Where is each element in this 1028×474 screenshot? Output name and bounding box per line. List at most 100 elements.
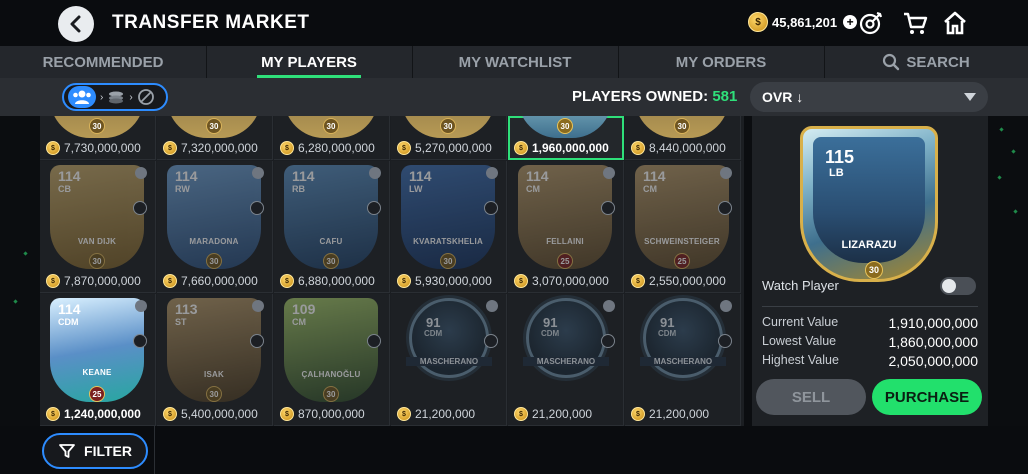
decor-dot xyxy=(23,251,28,256)
players-view-button[interactable] xyxy=(68,86,96,108)
card-ovr: 114 xyxy=(409,168,432,184)
card-position: RB xyxy=(292,184,305,194)
card-position: CDM xyxy=(424,329,443,338)
player-cell[interactable]: 113 ST ISAK 30 $5,400,000,000 xyxy=(157,294,273,426)
home-icon[interactable] xyxy=(942,10,968,36)
tab-search[interactable]: SEARCH xyxy=(824,46,1028,78)
player-cell[interactable]: 91 CDM MASCHERANO $21,200,000 xyxy=(625,294,741,426)
coin-icon: $ xyxy=(397,141,411,155)
player-card: 91 CDM MASCHERANO xyxy=(406,298,492,378)
coin-icon: $ xyxy=(631,141,645,155)
untradeable-icon xyxy=(718,201,732,215)
watch-player-toggle[interactable] xyxy=(940,277,976,295)
player-card: 30 xyxy=(284,116,378,138)
player-cell[interactable]: 91 CDM MASCHERANO $21,200,000 xyxy=(391,294,507,426)
player-card: 30 xyxy=(401,116,495,138)
card-position: ST xyxy=(175,317,187,327)
sell-button[interactable]: SELL xyxy=(756,379,866,415)
player-cell-selected[interactable]: 30 $1,960,000,000 xyxy=(508,116,624,160)
player-cell[interactable]: 91 CDM MASCHERANO $21,200,000 xyxy=(508,294,624,426)
decor-dot xyxy=(997,175,1002,180)
untradeable-icon xyxy=(367,334,381,348)
back-arrow-icon xyxy=(70,15,81,33)
player-cell[interactable]: 30 $5,270,000,000 xyxy=(391,116,507,160)
card-level: 30 xyxy=(323,253,339,269)
player-card: 114 CB VAN DIJK 30 xyxy=(50,165,144,269)
card-position: CDM xyxy=(658,329,677,338)
sort-dropdown[interactable]: OVR ↓ xyxy=(750,82,988,112)
cell-price: $6,880,000,000 xyxy=(280,274,375,288)
lock-icon xyxy=(369,167,381,179)
search-icon xyxy=(883,53,900,71)
card-position: RW xyxy=(175,184,190,194)
card-player-name: CAFU xyxy=(319,237,343,246)
card-player-name: ÇALHANOĞLU xyxy=(301,370,361,379)
player-cell[interactable]: 30 $7,320,000,000 xyxy=(157,116,273,160)
highest-value: 2,050,000,000 xyxy=(888,353,978,369)
player-cell[interactable]: 114 LW KVARATSKHELIA 30 $5,930,000,000 xyxy=(391,161,507,293)
watch-player-label: Watch Player xyxy=(762,278,839,293)
stack-view-button[interactable] xyxy=(107,88,125,106)
player-cell[interactable]: 30 $6,280,000,000 xyxy=(274,116,390,160)
lock-icon xyxy=(135,300,147,312)
cell-price: $7,730,000,000 xyxy=(46,141,141,155)
player-card: 114 CM FELLAINI 25 xyxy=(518,165,612,269)
chevron-right-icon: › xyxy=(100,91,104,103)
view-mode-toggle[interactable]: › › xyxy=(62,83,168,111)
bottom-divider xyxy=(154,426,155,474)
player-card: 114 CM SCHWEINSTEIGER 25 xyxy=(635,165,729,269)
player-cell[interactable]: 30 $7,730,000,000 xyxy=(40,116,156,160)
players-owned-count: 581 xyxy=(712,88,738,105)
tab-my-watchlist[interactable]: MY WATCHLIST xyxy=(412,46,618,78)
card-player-name: LIZARAZU xyxy=(841,239,897,251)
users-icon xyxy=(73,90,91,104)
current-value-row: Current Value 1,910,000,000 xyxy=(762,315,978,331)
coin-balance[interactable]: $ 45,861,201 + xyxy=(748,12,858,32)
player-cell[interactable]: 114 CB VAN DIJK 30 $7,870,000,000 xyxy=(40,161,156,293)
card-level: 30 xyxy=(674,118,690,134)
tab-my-orders[interactable]: MY ORDERS xyxy=(618,46,824,78)
player-cell[interactable]: 114 CM SCHWEINSTEIGER 25 $2,550,000,000 xyxy=(625,161,741,293)
lowest-value: 1,860,000,000 xyxy=(888,334,978,350)
cell-price: $2,550,000,000 xyxy=(631,274,726,288)
player-cell[interactable]: 114 RW MARADONA 30 $7,660,000,000 xyxy=(157,161,273,293)
card-level: 30 xyxy=(89,253,105,269)
card-ovr: 114 xyxy=(58,301,81,317)
lock-icon xyxy=(486,300,498,312)
chevron-right-icon: › xyxy=(129,91,133,103)
target-icon[interactable] xyxy=(858,10,884,36)
back-button[interactable] xyxy=(58,6,94,42)
tab-recommended[interactable]: RECOMMENDED xyxy=(0,46,206,78)
lock-icon xyxy=(720,300,732,312)
player-cell[interactable]: 114 CDM KEANE 25 $1,240,000,000 xyxy=(40,294,156,426)
cell-price: $7,660,000,000 xyxy=(163,274,258,288)
lock-icon xyxy=(252,300,264,312)
cell-price: $5,270,000,000 xyxy=(397,141,492,155)
coin-icon: $ xyxy=(280,141,294,155)
filter-button[interactable]: FILTER xyxy=(42,433,148,469)
player-cell[interactable]: 30 $8,440,000,000 xyxy=(625,116,741,160)
cart-icon[interactable] xyxy=(902,10,928,36)
highest-value-row: Highest Value 2,050,000,000 xyxy=(762,353,978,369)
card-ovr: 109 xyxy=(292,301,316,317)
card-level: 30 xyxy=(323,386,339,402)
player-cell[interactable]: 114 RB CAFU 30 $6,880,000,000 xyxy=(274,161,390,293)
player-grid: 30 $7,730,000,000 30 $7,320,000,000 30 $… xyxy=(40,116,744,426)
card-level: 25 xyxy=(674,253,690,269)
no-trade-icon xyxy=(137,89,154,105)
player-card: 30 xyxy=(635,116,729,138)
cell-price: $1,960,000,000 xyxy=(514,141,609,155)
card-level: 30 xyxy=(865,261,883,279)
add-coins-icon[interactable]: + xyxy=(843,15,858,29)
purchase-button[interactable]: PURCHASE xyxy=(872,379,982,415)
coin-icon: $ xyxy=(280,407,294,421)
selected-player-card[interactable]: 115 LB LIZARAZU 30 xyxy=(800,126,938,282)
dropdown-caret-icon xyxy=(964,93,976,101)
player-cell[interactable]: 109 CM ÇALHANOĞLU 30 $870,000,000 xyxy=(274,294,390,426)
card-level: 30 xyxy=(440,118,456,134)
tab-my-players[interactable]: MY PLAYERS xyxy=(206,46,412,78)
player-cell[interactable]: 114 CM FELLAINI 25 $3,070,000,000 xyxy=(508,161,624,293)
untradeable-view-button[interactable] xyxy=(137,88,155,106)
coin-icon: $ xyxy=(514,407,528,421)
card-ovr: 115 xyxy=(825,147,855,167)
